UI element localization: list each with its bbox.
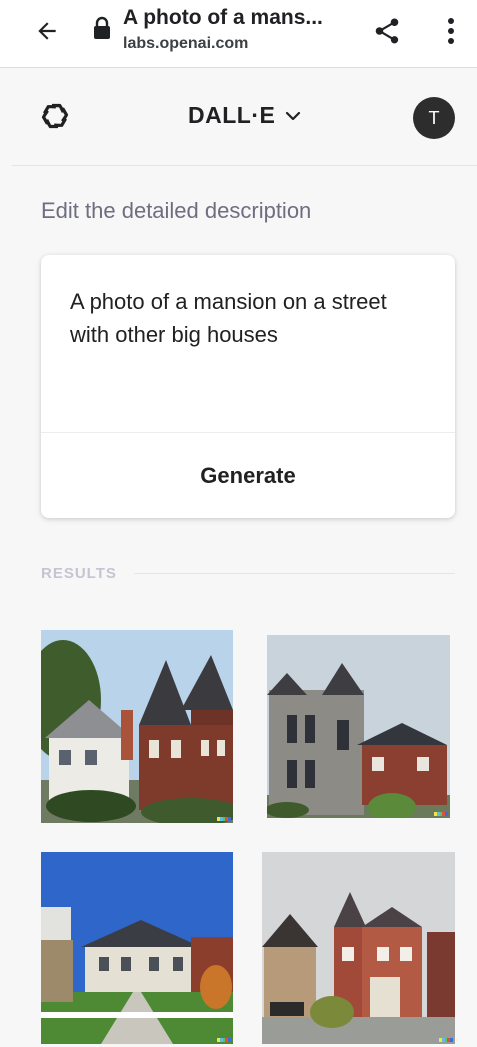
prompt-input[interactable]: A photo of a mansion on a street with ot… [70,285,430,425]
generate-button[interactable]: Generate [41,433,455,518]
result-image-1[interactable] [41,630,233,823]
share-icon [375,18,399,44]
image-signature [439,1038,453,1042]
edit-description-heading: Edit the detailed description [41,198,312,223]
browser-toolbar: A photo of a mans... labs.openai.com [0,0,477,68]
more-options-button[interactable] [436,12,466,50]
back-button[interactable] [30,14,64,48]
openai-logo-icon[interactable] [37,98,73,134]
results-label: RESULTS [41,565,117,582]
lock-icon [94,16,110,39]
image-signature [217,817,231,821]
page-title: A photo of a mans... [123,6,323,29]
mansion-photo [41,852,233,1044]
result-image-3[interactable] [41,852,233,1044]
app-header: DALL·E T [12,69,477,166]
share-button[interactable] [368,12,406,50]
more-vert-icon [448,18,454,44]
page-url[interactable]: labs.openai.com [123,35,248,53]
image-signature [217,1038,231,1042]
prompt-card: A photo of a mansion on a street with ot… [41,255,455,518]
mansion-photo [262,852,455,1044]
image-signature [434,812,448,816]
mansion-photo [41,630,233,823]
chevron-down-icon [286,111,301,120]
user-avatar[interactable]: T [413,97,455,139]
results-divider [134,573,455,574]
back-arrow-icon [38,22,56,40]
result-image-4[interactable] [262,852,455,1044]
mansion-photo [267,635,450,818]
product-name: DALL·E [188,102,276,128]
result-image-2[interactable] [267,635,450,818]
product-switcher[interactable]: DALL·E [188,102,301,129]
